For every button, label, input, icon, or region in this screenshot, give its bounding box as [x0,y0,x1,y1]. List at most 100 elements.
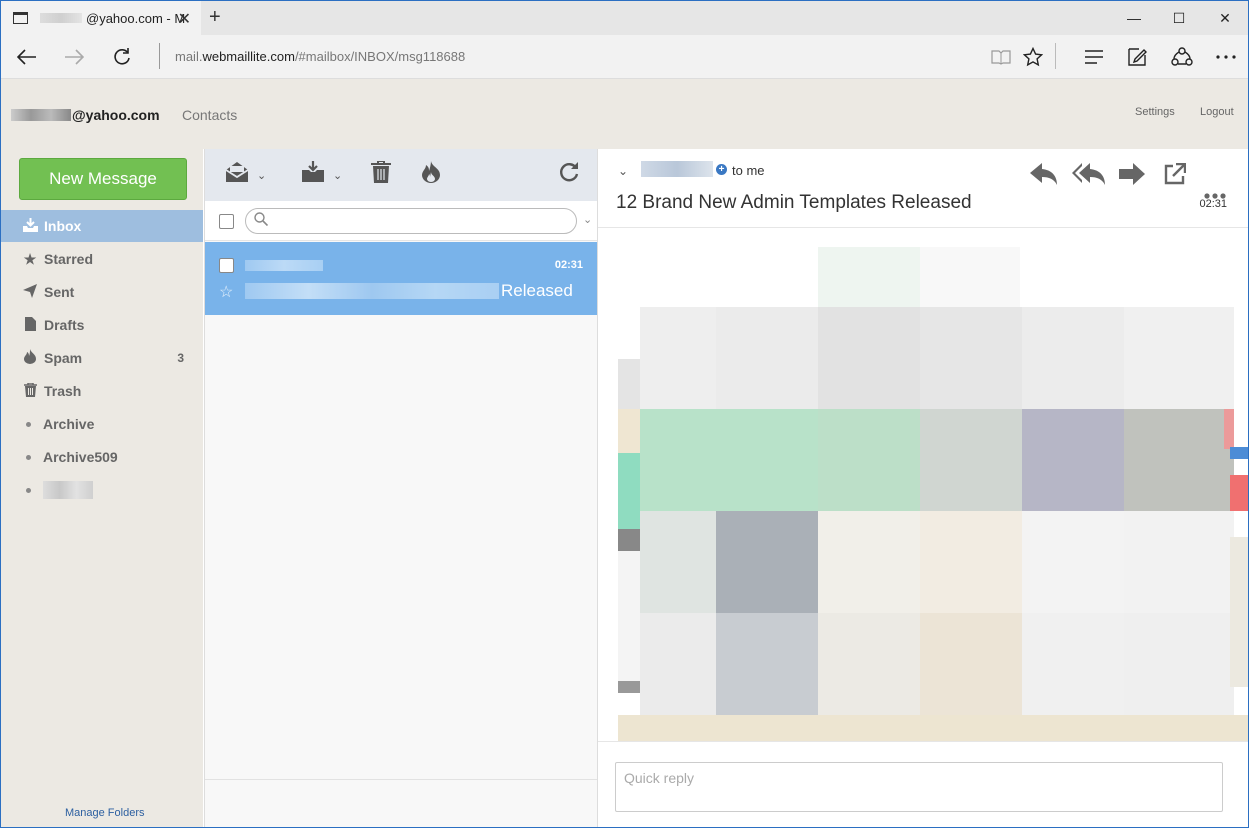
title-bar: @yahoo.com - M ✕ + — ☐ ✕ [1,1,1248,35]
sidebar-item-archive509[interactable]: Archive509 [1,441,203,473]
redacted-text [40,13,82,23]
spam-icon [422,161,440,189]
sidebar-item-starred[interactable]: ★ Starred [1,243,203,275]
message-subject-title: 12 Brand New Admin Templates Released [616,192,972,213]
chevron-down-icon[interactable]: ⌄ [333,169,342,182]
folder-dot-icon [26,487,31,493]
address-domain: webmaillite.com [202,49,295,64]
sidebar-item-label: Archive509 [43,449,118,465]
address-separator [159,43,160,69]
reply-icon[interactable] [1030,163,1058,191]
paper-plane-icon [22,283,38,301]
maximize-button[interactable]: ☐ [1156,1,1202,35]
tab-title: @yahoo.com - M [86,10,186,26]
sidebar-item-inbox[interactable]: Inbox [1,210,203,242]
manage-folders-link[interactable]: Manage Folders [65,807,145,819]
sidebar-item-label: Inbox [44,218,82,234]
refresh-icon [558,161,580,189]
redacted-text [641,161,713,177]
delete-button[interactable] [371,160,391,189]
mark-read-icon [225,161,249,189]
delete-icon [371,160,391,189]
redacted-text [11,109,71,121]
reply-divider [598,741,1248,742]
message-list-toolbar: ⌄ ⌄ [205,149,597,201]
list-item[interactable]: 02:31 ☆ Released [205,242,597,315]
redacted-text [245,260,323,271]
file-icon [22,316,38,334]
recipient-label: to me [732,163,765,178]
share-icon[interactable] [1169,45,1195,69]
reading-pane: ⌄ + to me 12 Brand New Admin Templates R… [598,149,1248,827]
message-checkbox[interactable] [219,258,234,273]
logout-link[interactable]: Logout [1200,106,1234,118]
contacts-link[interactable]: Contacts [182,107,237,123]
inbox-icon [22,217,38,235]
move-icon [301,161,325,189]
settings-link[interactable]: Settings [1135,106,1175,118]
sidebar-item-redacted[interactable] [1,474,203,506]
message-time: 02:31 [1199,198,1227,210]
refresh-icon[interactable] [105,41,139,73]
sidebar-item-drafts[interactable]: Drafts [1,309,203,341]
sidebar-item-archive[interactable]: Archive [1,408,203,440]
message-subject: Released [501,281,573,300]
refresh-button[interactable] [558,161,580,189]
hub-icon[interactable] [1081,45,1107,69]
sidebar-item-spam[interactable]: Spam 3 [1,342,203,374]
redacted-text [43,481,93,499]
search-icon [254,212,269,229]
redacted-text [245,283,499,299]
forward-icon[interactable] [1119,163,1145,191]
browser-tab[interactable]: @yahoo.com - M ✕ [1,1,201,35]
tab-close-icon[interactable]: ✕ [178,9,191,29]
sidebar: New Message Inbox ★ Starred Sent Drafts [1,149,203,827]
sidebar-item-sent[interactable]: Sent [1,276,203,308]
sidebar-item-label: Starred [44,251,94,267]
quick-reply-input[interactable]: Quick reply [615,762,1223,812]
mark-read-button[interactable]: ⌄ [225,161,266,189]
user-account: @yahoo.com [11,107,160,123]
add-contact-icon[interactable]: + [716,164,727,175]
chevron-down-icon[interactable]: ⌄ [257,169,266,182]
app-header: @yahoo.com Contacts Settings Logout [1,79,1248,149]
address-bar[interactable]: mail.webmaillite.com/#mailbox/INBOX/msg1… [175,49,465,64]
star-icon[interactable]: ☆ [219,282,233,302]
sidebar-item-label: Archive [43,416,95,432]
open-external-icon[interactable] [1164,162,1187,191]
spam-button[interactable] [422,161,440,189]
close-window-button[interactable]: ✕ [1202,1,1248,35]
reply-all-icon[interactable] [1072,163,1106,191]
sidebar-item-label: Trash [44,383,82,399]
trash-icon [22,381,38,400]
minimize-button[interactable]: — [1111,1,1157,35]
list-divider [205,779,597,780]
back-icon[interactable] [10,41,44,73]
favorite-star-icon[interactable] [1020,45,1046,69]
user-email: @yahoo.com [72,107,160,123]
address-path: /#mailbox/INBOX/msg118688 [294,49,466,64]
move-button[interactable]: ⌄ [301,161,342,189]
sidebar-item-label: Drafts [44,317,85,333]
chevron-down-icon[interactable]: ⌄ [583,213,592,226]
more-icon[interactable] [1213,45,1239,69]
email-body-image [618,247,1248,741]
folder-dot-icon [26,454,31,460]
search-row: ⌄ [205,201,597,241]
toolbar-separator [1055,43,1056,69]
reading-view-icon[interactable] [988,45,1014,69]
address-prefix: mail. [175,49,203,64]
sidebar-item-label: Spam [44,350,83,366]
forward-icon[interactable] [57,41,91,73]
fire-icon [22,349,38,367]
folder-dot-icon [26,421,31,427]
message-list-pane: ⌄ ⌄ ⌄ 02:31 ☆ Released [204,149,598,827]
new-tab-button[interactable]: + [209,6,221,29]
chevron-down-icon[interactable]: ⌄ [618,164,628,178]
web-note-icon[interactable] [1124,45,1150,69]
select-all-checkbox[interactable] [219,214,234,229]
search-input[interactable] [245,208,577,234]
sidebar-item-trash[interactable]: Trash [1,375,203,407]
header-divider [598,227,1248,228]
new-message-button[interactable]: New Message [19,158,187,200]
